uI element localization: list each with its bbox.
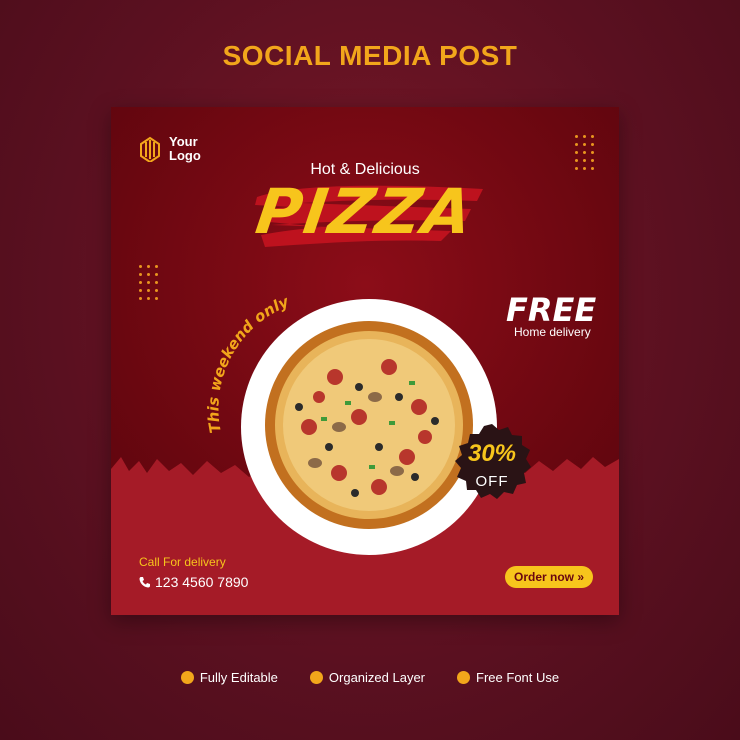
bullet-dot-icon [180,671,194,684]
logo: Your Logo [139,135,209,163]
call-label: Call For delivery [139,555,226,569]
logo-text: Your Logo [169,135,209,163]
pizza-title: PIZZA [251,175,479,248]
logo-line-1: Your [169,134,198,149]
discount-off-label: OFF [475,473,509,490]
feature-label: Free Font Use [476,670,560,685]
home-delivery-label: Home delivery [514,325,591,339]
features-row: Fully Editable Organized Layer Free Font… [0,670,740,685]
discount-percent: 30% [467,440,517,467]
phone-icon [139,577,150,588]
feature-item: Fully Editable [180,670,278,685]
bullet-dot-icon [457,671,471,684]
header-title: SOCIAL MEDIA POST [222,40,518,71]
order-now-button[interactable]: Order now » [505,566,593,588]
phone-number: 123 4560 7890 [155,574,249,590]
phone-row: 123 4560 7890 [139,574,248,590]
feature-item: Free Font Use [457,670,559,685]
logo-icon [140,136,160,162]
decor-dots-left [139,265,158,300]
social-post-card: Your Logo Hot & Delicious PIZZA This wee… [111,107,619,615]
bullet-dot-icon [309,671,323,684]
feature-label: Fully Editable [199,670,278,685]
feature-label: Organized Layer [328,670,426,685]
feature-item: Organized Layer [309,670,426,685]
free-title: FREE [506,291,597,329]
